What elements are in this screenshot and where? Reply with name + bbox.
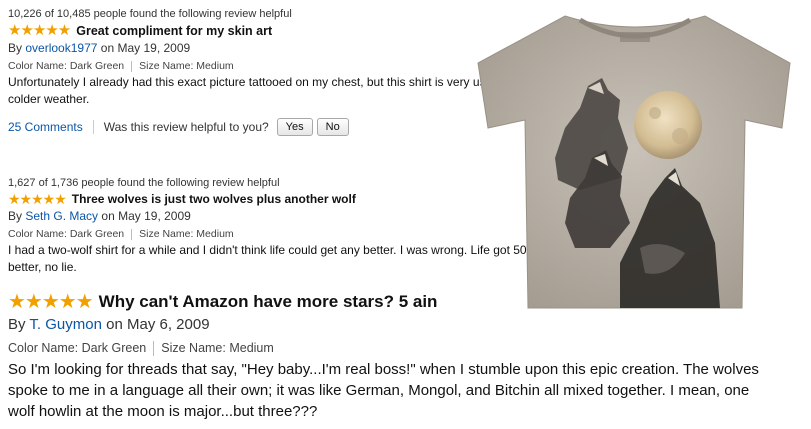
divider <box>92 120 94 134</box>
review-title: Why can't Amazon have more stars? 5 ain <box>98 292 438 311</box>
color-name: Color Name: Dark Green <box>8 60 125 72</box>
review-body-line: Unfortunately I already had this exact p… <box>8 75 518 89</box>
comments-link[interactable]: 25 Comments <box>8 120 83 134</box>
color-name: Color Name: Dark Green <box>8 228 125 240</box>
review-date: May 6, 2009 <box>126 316 210 333</box>
review-headline: ★★★★★ Great compliment for my skin art <box>8 23 538 38</box>
divider <box>131 228 133 240</box>
review-body-line: colder weather. <box>8 92 90 106</box>
star-rating-icon: ★★★★★ <box>8 191 67 207</box>
review-body-line: wolf howlin at the moon is major...but t… <box>8 403 318 421</box>
no-button[interactable]: No <box>316 118 349 136</box>
on-label: on <box>101 209 115 223</box>
author-link[interactable]: overlook1977 <box>25 41 97 55</box>
size-name: Size Name: Medium <box>139 60 234 72</box>
shirt-icon <box>477 15 791 309</box>
review-1: 10,226 of 10,485 people found the follow… <box>8 8 538 136</box>
review-body: Unfortunately I already had this exact p… <box>8 74 538 108</box>
review-byline: By overlook1977 on May 19, 2009 <box>8 41 538 55</box>
review-body-line: spoke to me in a language all their own;… <box>8 382 750 400</box>
product-variant: Color Name: Dark Green Size Name: Medium <box>8 341 803 357</box>
yes-button[interactable]: Yes <box>276 118 313 136</box>
three-wolf-moon-shirt-image <box>470 8 800 314</box>
review-title: Great compliment for my skin art <box>76 23 273 38</box>
by-label: By <box>8 41 23 55</box>
helpful-count: 10,226 of 10,485 people found the follow… <box>8 8 292 20</box>
divider <box>153 341 155 357</box>
on-label: on <box>106 316 123 333</box>
color-name: Color Name: Dark Green <box>8 341 147 355</box>
star-rating-icon: ★★★★★ <box>8 22 71 39</box>
review-actions: 25 Comments Was this review helpful to y… <box>8 118 538 136</box>
review-date: May 19, 2009 <box>117 41 191 55</box>
review-body: So I'm looking for threads that say, "He… <box>8 359 803 422</box>
divider <box>131 60 133 72</box>
review-body-line: So I'm looking for threads that say, "He… <box>8 361 759 379</box>
star-rating-icon: ★★★★★ <box>8 291 94 313</box>
size-name: Size Name: Medium <box>161 341 274 355</box>
review-date: May 19, 2009 <box>118 209 191 223</box>
helpful-question: Was this review helpful to you? <box>103 120 269 134</box>
author-link[interactable]: T. Guymon <box>29 316 102 333</box>
size-name: Size Name: Medium <box>139 228 234 240</box>
by-label: By <box>8 209 23 223</box>
review-byline: By T. Guymon on May 6, 2009 <box>8 316 803 333</box>
author-link[interactable]: Seth G. Macy <box>25 209 98 223</box>
product-variant: Color Name: Dark Green Size Name: Medium <box>8 60 538 72</box>
review-3: ★★★★★ Why can't Amazon have more stars? … <box>8 289 803 422</box>
review-title: Three wolves is just two wolves plus ano… <box>71 192 356 206</box>
on-label: on <box>100 41 115 55</box>
by-label: By <box>8 316 26 333</box>
review-headline: ★★★★★ Why can't Amazon have more stars? … <box>8 292 803 312</box>
